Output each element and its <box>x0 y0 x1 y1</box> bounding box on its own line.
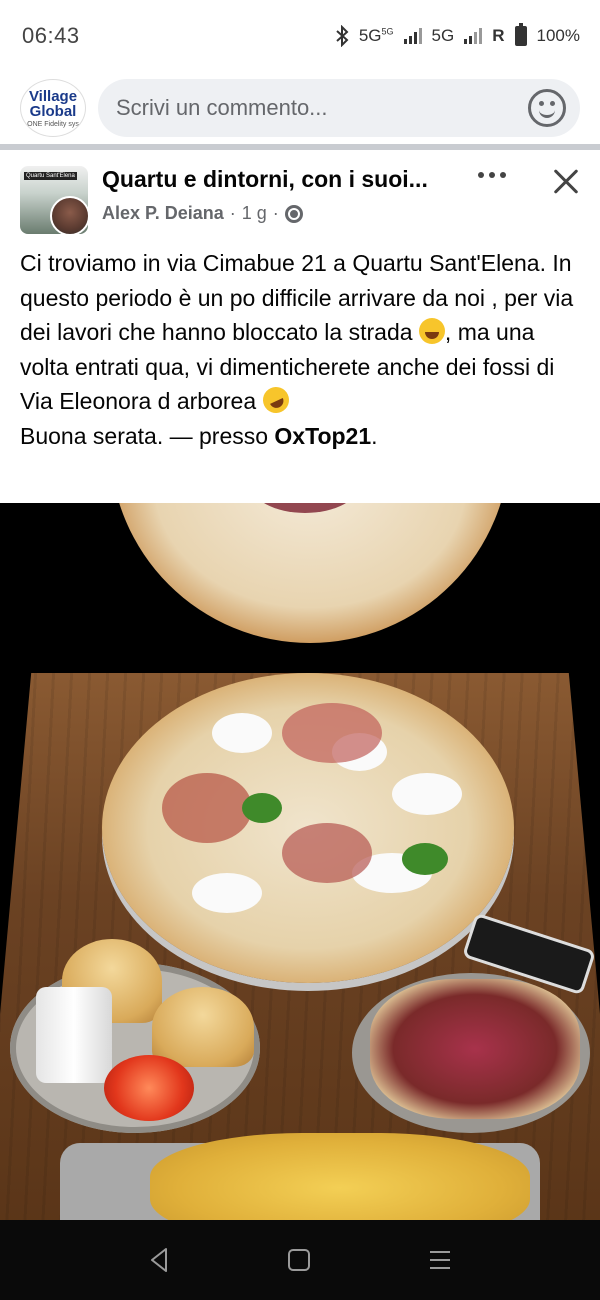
close-icon[interactable] <box>550 166 582 198</box>
signal-icon <box>403 28 422 44</box>
network-5g-label: 5G5G <box>358 26 394 45</box>
grinning-sweat-icon <box>418 318 445 344</box>
status-indicators: 5G5G 5G R 100% <box>335 23 580 47</box>
photo-chips-tray <box>60 1133 540 1220</box>
photo-sliced-meat <box>370 979 580 1119</box>
group-name-link[interactable]: Quartu e dintorni, con i suoi... <box>102 166 462 193</box>
comment-placeholder: Scrivi un commento... <box>116 95 328 120</box>
avatar-text-2: Global <box>29 102 77 120</box>
comment-bar: Village Global ONE Fidelity sys Scrivi u… <box>0 72 600 144</box>
meta-separator: · <box>229 203 236 223</box>
recent-apps-icon[interactable] <box>428 1249 452 1271</box>
photo-topping <box>282 703 382 763</box>
signal-icon-2 <box>464 28 483 44</box>
avatar-text-1: Village <box>28 87 78 105</box>
roaming-label: R <box>492 26 505 45</box>
system-nav-bar <box>0 1220 600 1300</box>
emoji-icon[interactable] <box>528 89 566 127</box>
post-text: Ci troviamo in via Cimabue 21 a Quartu S… <box>20 246 585 453</box>
photo-sauce-jar <box>36 987 112 1083</box>
place-link[interactable]: OxTop21 <box>274 423 371 449</box>
group-avatar-tag: Quartu Sant'Elena <box>24 172 77 180</box>
author-link[interactable]: Alex P. Deiana <box>102 203 224 224</box>
rofl-icon <box>258 382 293 418</box>
post-paragraph: Ci troviamo in via Cimabue 21 a Quartu S… <box>20 246 585 419</box>
comment-input[interactable]: Scrivi un commento... <box>98 79 580 137</box>
post-meta: Quartu e dintorni, con i suoi... Alex P.… <box>102 166 580 224</box>
status-bar: 06:43 5G5G 5G R 100% <box>0 0 600 72</box>
post-text-end: . <box>371 422 378 449</box>
globe-icon <box>284 204 303 223</box>
photo-tomato <box>104 1055 194 1121</box>
more-icon[interactable] <box>478 172 506 178</box>
status-time: 06:43 <box>22 23 80 48</box>
avatar-text-3: ONE Fidelity sys <box>27 120 79 128</box>
group-avatar[interactable]: Quartu Sant'Elena <box>20 166 90 236</box>
home-icon[interactable] <box>287 1248 311 1272</box>
battery-icon <box>514 23 527 46</box>
photo-pizza-main <box>102 673 514 983</box>
photo-topping <box>212 713 272 753</box>
photo-pizza-top <box>110 503 510 643</box>
photo-topping <box>242 793 282 823</box>
back-icon[interactable] <box>148 1247 170 1273</box>
post-photo[interactable] <box>0 503 600 1220</box>
post-header: Quartu Sant'Elena Quartu e dintorni, con… <box>0 150 600 242</box>
photo-topping <box>402 843 448 875</box>
post-text-part-3: Buona serata. — presso <box>20 422 275 449</box>
photo-burger-2 <box>152 987 254 1067</box>
user-avatar[interactable] <box>50 196 90 236</box>
battery-level: 100% <box>536 26 580 45</box>
meta-separator-2: · <box>272 203 279 223</box>
photo-topping <box>392 773 462 815</box>
commenter-avatar[interactable]: Village Global ONE Fidelity sys <box>20 79 86 137</box>
photo-topping <box>192 873 262 913</box>
post-sub-meta: Alex P. Deiana · 1 g · <box>102 203 580 224</box>
bluetooth-icon <box>336 25 349 47</box>
post-closing: Buona serata. — presso OxTop21. <box>20 419 585 454</box>
post-time[interactable]: 1 g <box>242 203 267 224</box>
network-5g-label-2: 5G <box>431 26 455 45</box>
photo-topping <box>282 823 372 883</box>
photo-topping <box>162 773 252 843</box>
